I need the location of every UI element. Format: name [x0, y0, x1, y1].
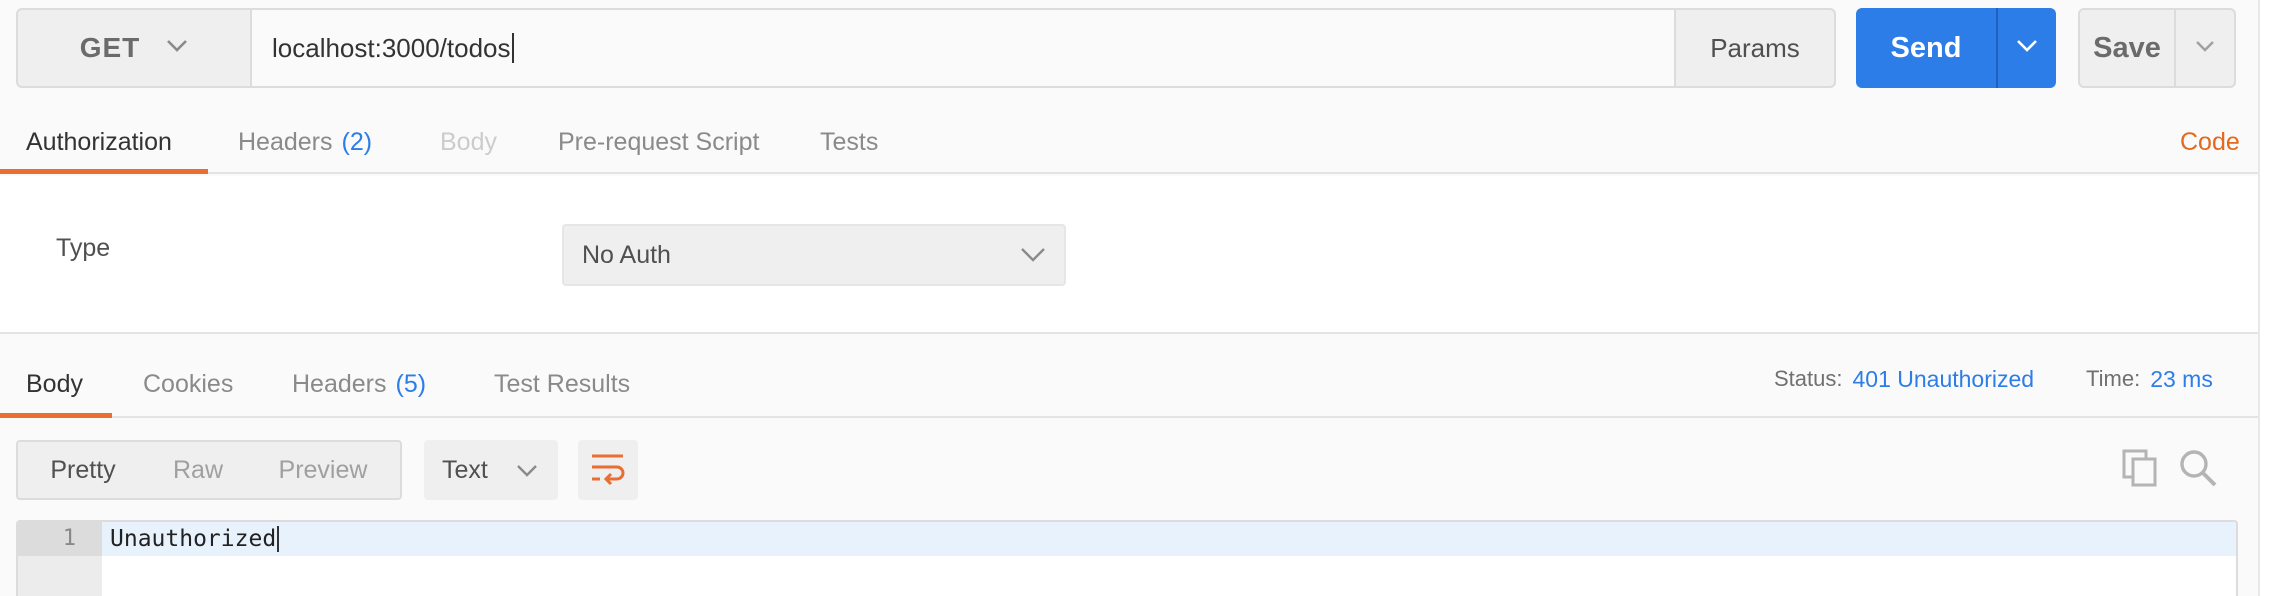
code-link[interactable]: Code: [2180, 112, 2240, 172]
tab-authorization-label: Authorization: [26, 127, 172, 156]
response-active-tab-indicator: [0, 413, 112, 418]
response-format-value: Text: [442, 455, 488, 484]
request-tabs: Authorization Headers (2) Body Pre-reque…: [0, 110, 2258, 174]
url-value: localhost:3000/todos: [272, 32, 511, 63]
response-tab-headers[interactable]: Headers (5): [292, 350, 426, 418]
auth-type-label: Type: [56, 234, 111, 262]
chevron-down-icon: [166, 39, 188, 58]
active-line-highlight: [102, 522, 2236, 556]
chevron-down-icon: [2195, 39, 2215, 57]
time-value[interactable]: 23 ms: [2150, 366, 2213, 393]
code-line: Unauthorized: [110, 522, 280, 556]
auth-type-select[interactable]: No Auth: [562, 224, 1066, 286]
wrap-lines-button[interactable]: [578, 440, 638, 500]
params-button[interactable]: Params: [1674, 8, 1836, 88]
response-tab-body[interactable]: Body: [26, 350, 83, 418]
response-tab-test-results-label: Test Results: [494, 369, 631, 398]
tab-body[interactable]: Body: [440, 110, 497, 174]
code-line-text: Unauthorized: [110, 526, 277, 552]
authorization-panel: Type No Auth: [0, 176, 2258, 334]
method-label: GET: [79, 32, 141, 63]
save-dropdown-button[interactable]: [2176, 10, 2234, 86]
method-select[interactable]: GET: [16, 8, 250, 88]
response-format-select[interactable]: Text: [424, 440, 558, 500]
status-value[interactable]: 401 Unauthorized: [1852, 366, 2034, 393]
save-button-group: Save: [2078, 8, 2236, 88]
tab-tests-label: Tests: [820, 127, 879, 156]
url-input[interactable]: localhost:3000/todos: [250, 8, 1674, 88]
response-status: Status: 401 Unauthorized: [1774, 362, 2034, 396]
response-headers-count: (5): [395, 369, 427, 398]
view-raw-button[interactable]: Raw: [148, 442, 248, 498]
send-dropdown-button[interactable]: [1998, 8, 2056, 88]
send-button-group: Send: [1856, 8, 2056, 88]
copy-icon[interactable]: [2118, 446, 2162, 490]
tab-tests[interactable]: Tests: [820, 110, 878, 174]
save-button[interactable]: Save: [2080, 10, 2176, 86]
response-tab-cookies[interactable]: Cookies: [143, 350, 233, 418]
view-preview-button[interactable]: Preview: [248, 442, 398, 498]
auth-type-value: No Auth: [582, 240, 671, 269]
tab-headers-label: Headers: [238, 127, 333, 156]
status-label: Status:: [1774, 366, 1843, 391]
response-time: Time: 23 ms: [2086, 362, 2213, 396]
postman-request-window: GET localhost:3000/todos Params Send Sav…: [0, 0, 2276, 596]
chevron-down-icon: [2016, 39, 2038, 58]
tab-pre-request-script[interactable]: Pre-request Script: [558, 110, 759, 174]
wrap-lines-icon: [589, 451, 627, 490]
response-body-editor[interactable]: 1 Unauthorized: [16, 520, 2238, 596]
send-button[interactable]: Send: [1856, 8, 1998, 88]
tab-body-label: Body: [440, 127, 497, 156]
text-cursor: [511, 33, 514, 63]
response-tab-body-label: Body: [26, 369, 83, 398]
chevron-down-icon: [1020, 241, 1046, 270]
tab-pre-request-script-label: Pre-request Script: [558, 127, 760, 156]
chevron-down-icon: [516, 456, 538, 485]
window-edge: [2258, 0, 2276, 596]
text-cursor: [277, 526, 280, 552]
active-tab-indicator: [0, 169, 208, 174]
response-tab-cookies-label: Cookies: [143, 369, 234, 398]
tab-headers[interactable]: Headers (2): [238, 110, 372, 174]
response-tab-test-results[interactable]: Test Results: [494, 350, 630, 418]
tab-authorization[interactable]: Authorization: [26, 110, 172, 174]
line-number: 1: [62, 526, 76, 551]
response-tab-headers-label: Headers: [292, 369, 387, 398]
view-pretty-button[interactable]: Pretty: [18, 442, 148, 498]
search-icon[interactable]: [2176, 446, 2220, 490]
response-view-toggle: Pretty Raw Preview: [16, 440, 402, 500]
time-label: Time:: [2086, 366, 2141, 391]
headers-count: (2): [341, 127, 373, 156]
